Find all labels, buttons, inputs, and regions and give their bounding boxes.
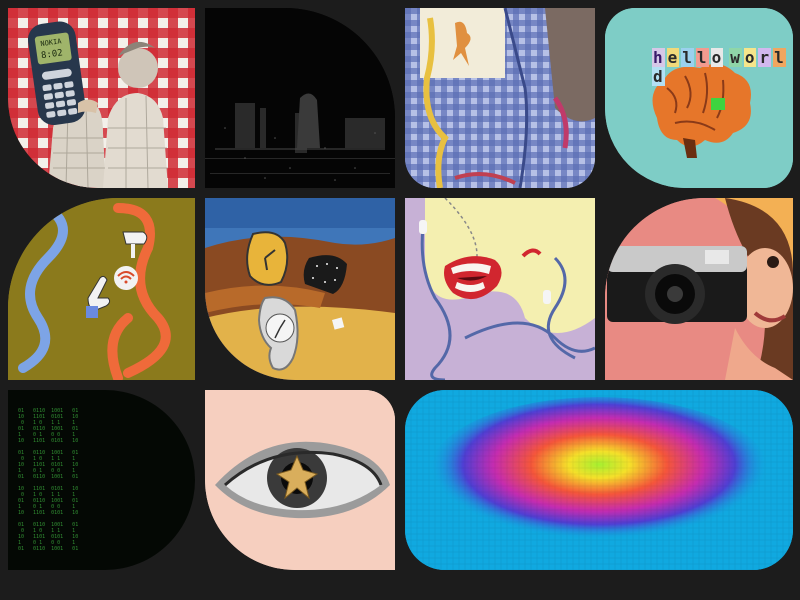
hello-letter: o — [710, 48, 724, 67]
brain-image — [605, 8, 793, 188]
collage-tile-dark-photo[interactable] — [205, 8, 395, 188]
gingham-lizard-image — [405, 8, 595, 188]
hello-letter: l — [681, 48, 694, 67]
melting-clocks-image — [205, 198, 395, 380]
hello-letter: h — [652, 48, 665, 67]
camera-woman-image — [605, 198, 793, 380]
collage-tile-matrix-code[interactable]: 01 0110 1001 01 10 1101 0101 10 0 1 0 1 … — [8, 390, 195, 570]
hands-wifi-image — [8, 198, 195, 380]
collage-tile-hello-brain[interactable]: hello w o r ld — [605, 8, 793, 188]
matrix-code-pattern: 01 0110 1001 01 10 1101 0101 10 0 1 0 1 … — [18, 408, 79, 552]
collage-tile-eye[interactable] — [205, 390, 395, 570]
hello-world-text: hello w o r ld — [651, 48, 793, 86]
retro-phone-collage-image: NOKIA 8:02 — [8, 8, 195, 188]
collage-tile-gingham-lizard[interactable] — [405, 8, 595, 188]
collage-tile-mouth-earphones[interactable] — [405, 198, 595, 380]
hello-letter: w — [729, 48, 742, 67]
collage-tile-retro-phone[interactable]: NOKIA 8:02 — [8, 8, 195, 188]
hello-letter: l — [773, 48, 786, 67]
collage-tile-heatmap[interactable] — [405, 390, 793, 570]
mouth-earphones-image — [405, 198, 595, 380]
collage-tile-hands-wifi[interactable] — [8, 198, 195, 380]
dark-noise-photo-image — [205, 8, 395, 188]
collage-tile-camera-woman[interactable] — [605, 198, 793, 380]
hello-letter: o — [743, 48, 757, 67]
hello-letter: r — [758, 48, 772, 67]
eye-image — [205, 390, 395, 570]
hello-letter: d — [652, 67, 665, 86]
heatmap-image — [405, 390, 793, 570]
collage-tile-melting-clocks[interactable] — [205, 198, 395, 380]
hello-letter: e — [666, 48, 680, 67]
hello-letter: l — [695, 48, 709, 67]
